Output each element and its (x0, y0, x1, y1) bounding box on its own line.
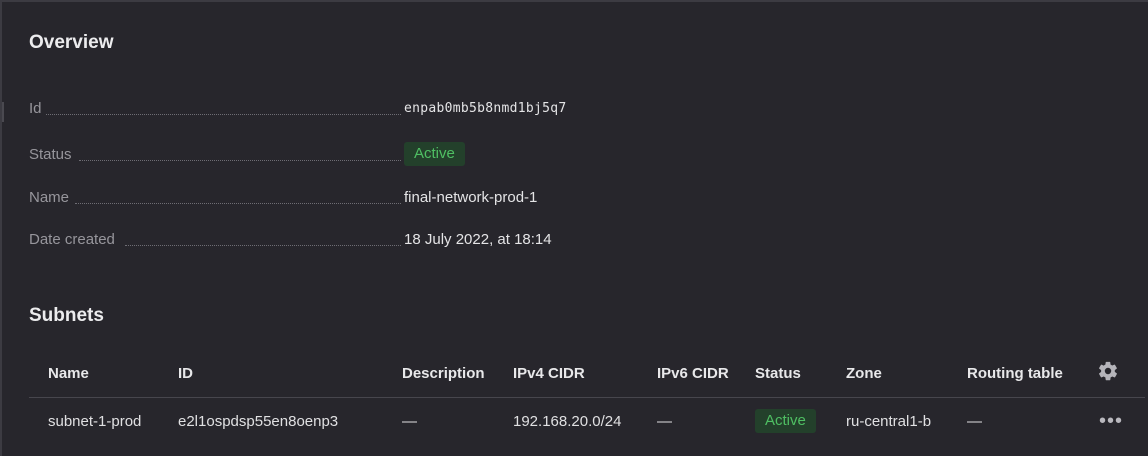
column-header-status[interactable]: Status (755, 350, 801, 396)
overview-title: Overview (29, 32, 114, 53)
panel-edge (2, 102, 4, 122)
more-horizontal-icon: ••• (1099, 410, 1124, 432)
property-date-label: Date created (29, 230, 115, 248)
leader-dots (46, 114, 401, 115)
leader-dots (79, 160, 401, 161)
column-header-name[interactable]: Name (48, 350, 89, 396)
subnets-table: Name ID Description IPv4 CIDR IPv6 CIDR … (29, 350, 1145, 444)
column-header-routing-table[interactable]: Routing table (967, 350, 1063, 396)
subnet-ipv6-cidr: — (657, 412, 672, 430)
column-header-id[interactable]: ID (178, 350, 193, 396)
property-status: Status Active (29, 142, 629, 166)
leader-dots (125, 245, 401, 246)
column-header-ipv6-cidr[interactable]: IPv6 CIDR (657, 350, 729, 396)
property-id: Id enpab0mb5b8nmd1bj5q7 (29, 98, 629, 118)
property-name-label: Name (29, 188, 70, 206)
column-header-description[interactable]: Description (402, 350, 485, 396)
subnet-description: — (402, 412, 417, 430)
subnet-status: Active (755, 398, 816, 444)
subnet-routing-table: — (967, 412, 982, 430)
property-date-created: Date created 18 July 2022, at 18:14 (29, 229, 629, 249)
column-header-ipv4-cidr[interactable]: IPv4 CIDR (513, 350, 585, 396)
property-date-value: 18 July 2022, at 18:14 (404, 230, 552, 248)
table-header: Name ID Description IPv4 CIDR IPv6 CIDR … (29, 350, 1145, 398)
subnets-title: Subnets (29, 305, 104, 326)
property-name: Name final-network-prod-1 (29, 187, 629, 207)
property-id-label: Id (29, 99, 42, 117)
table-settings-button[interactable] (1097, 350, 1119, 396)
network-overview-panel: Overview Id enpab0mb5b8nmd1bj5q7 Status … (0, 0, 1148, 456)
leader-dots (75, 203, 401, 204)
subnet-id: e2l1ospdsp55en8oenp3 (178, 412, 339, 430)
property-status-label: Status (29, 145, 72, 163)
row-actions-button[interactable]: ••• (1099, 398, 1123, 444)
table-row[interactable]: subnet-1-prod e2l1ospdsp55en8oenp3 — 192… (29, 398, 1145, 444)
subnet-ipv4-cidr: 192.168.20.0/24 (513, 412, 622, 430)
status-badge: Active (404, 142, 465, 166)
property-status-value: Active (404, 142, 465, 166)
column-header-zone[interactable]: Zone (846, 350, 882, 396)
subnet-name[interactable]: subnet-1-prod (48, 398, 141, 444)
gear-icon (1097, 360, 1119, 386)
status-badge: Active (755, 409, 816, 433)
property-id-value[interactable]: enpab0mb5b8nmd1bj5q7 (404, 101, 567, 116)
subnet-zone: ru-central1-b (846, 412, 932, 430)
property-name-value: final-network-prod-1 (404, 188, 538, 206)
